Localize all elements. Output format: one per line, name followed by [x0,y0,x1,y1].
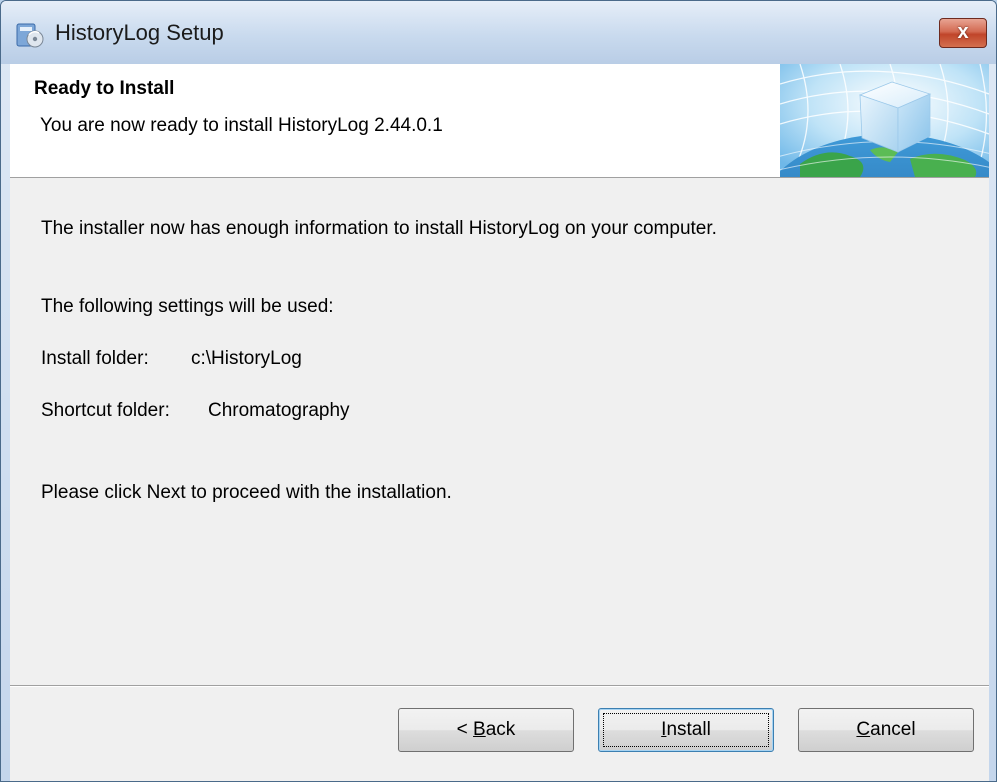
intro-text: The installer now has enough information… [41,218,717,239]
installer-disc-icon [16,23,44,48]
installer-window: HistoryLog Setup x Ready to Install You … [0,0,997,782]
banner-title: Ready to Install [34,78,175,99]
shortcut-folder-label: Shortcut folder: [41,400,170,421]
install-folder-label: Install folder: [41,348,149,369]
close-icon: x [957,21,969,43]
cube-globe-graphic [780,64,989,177]
back-button[interactable]: < Back [398,708,574,752]
settings-heading: The following settings will be used: [41,296,334,317]
install-button-label: Install [661,719,711,740]
cancel-button[interactable]: Cancel [798,708,974,752]
banner-subtitle: You are now ready to install HistoryLog … [40,115,443,136]
close-button[interactable]: x [939,18,987,48]
header-banner: Ready to Install You are now ready to in… [10,64,989,178]
footer-separator [10,685,989,687]
dialog-client-area: Ready to Install You are now ready to in… [10,64,989,781]
title-bar[interactable]: HistoryLog Setup x [1,1,996,64]
install-button[interactable]: Install [598,708,774,752]
install-folder-value: c:\HistoryLog [191,348,302,369]
back-button-label: < Back [456,719,516,740]
window-title: HistoryLog Setup [55,20,224,45]
shortcut-folder-value: Chromatography [208,400,350,421]
cancel-button-label: Cancel [856,719,916,740]
proceed-text: Please click Next to proceed with the in… [41,482,452,503]
